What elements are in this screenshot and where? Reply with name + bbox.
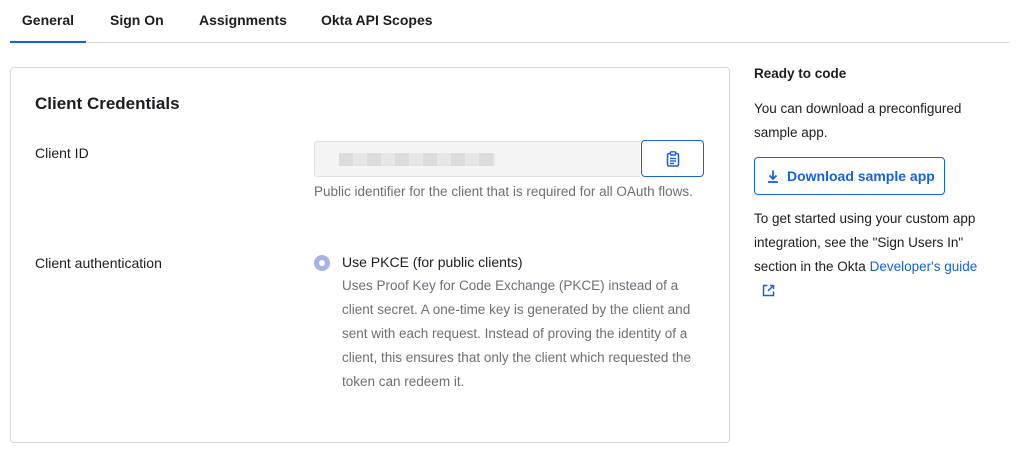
pkce-radio[interactable]: [314, 255, 330, 271]
tab-okta-api-scopes[interactable]: Okta API Scopes: [321, 0, 433, 41]
redacted-client-id: [339, 153, 495, 166]
getting-started-text: To get started using your custom app int…: [754, 207, 1009, 279]
clipboard-icon: [666, 151, 680, 167]
developers-guide-link[interactable]: Developer's guide: [870, 259, 978, 274]
tab-general[interactable]: General: [10, 0, 86, 43]
pkce-radio-label[interactable]: Use PKCE (for public clients): [342, 254, 523, 270]
download-icon: [768, 170, 778, 183]
copy-client-id-button[interactable]: [641, 140, 704, 177]
tab-bar: General Sign On Assignments Okta API Sco…: [10, 0, 1010, 43]
tab-sign-on[interactable]: Sign On: [110, 0, 164, 41]
client-id-help-text: Public identifier for the client that is…: [314, 184, 693, 199]
client-credentials-card: Client Credentials Client ID Public iden…: [10, 67, 730, 443]
tab-assignments[interactable]: Assignments: [199, 0, 287, 41]
ready-to-code-description: You can download a preconfigured sample …: [754, 101, 962, 140]
download-sample-app-button[interactable]: Download sample app: [754, 157, 945, 195]
card-title: Client Credentials: [35, 94, 180, 113]
client-id-field[interactable]: [314, 141, 640, 177]
client-authentication-label: Client authentication: [35, 255, 162, 271]
ready-to-code-title: Ready to code: [754, 66, 847, 81]
pkce-description: Uses Proof Key for Code Exchange (PKCE) …: [342, 278, 691, 389]
download-sample-app-label: Download sample app: [787, 168, 935, 184]
client-id-label: Client ID: [35, 145, 89, 161]
external-link-icon[interactable]: [762, 284, 775, 297]
